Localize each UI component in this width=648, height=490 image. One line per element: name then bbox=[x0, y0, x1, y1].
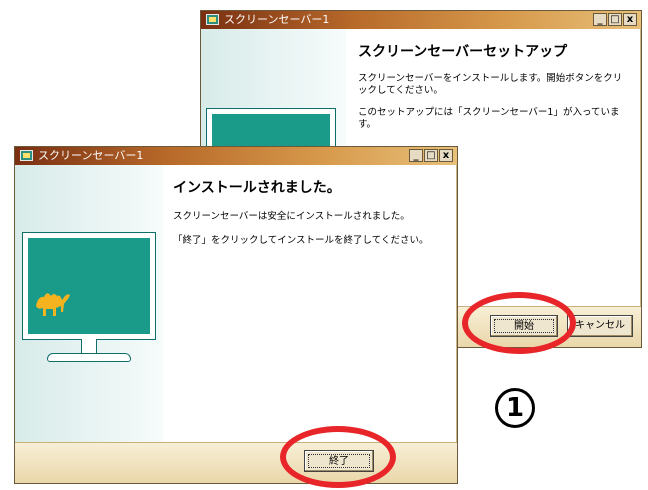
back-line-2: このセットアップには「スクリーンセーバー1」が入っています。 bbox=[358, 107, 620, 130]
camel-icon bbox=[36, 293, 70, 316]
front-heading: インストールされました。 bbox=[173, 180, 341, 196]
front-line-1: スクリーンセーバーは安全にインストールされました。 bbox=[173, 211, 410, 222]
minimize-button[interactable]: _ bbox=[593, 13, 607, 26]
front-window-title: スクリーンセーバー1 bbox=[38, 149, 144, 162]
front-window-controls: _ □ x bbox=[409, 149, 453, 162]
back-line-1: スクリーンセーバーをインストールします。開始ボタンをクリックしてください。 bbox=[358, 73, 623, 96]
step-number-marker: 1 bbox=[495, 388, 535, 428]
front-side-panel bbox=[15, 165, 163, 443]
monitor-stand-neck bbox=[81, 339, 97, 354]
close-button[interactable]: x bbox=[623, 13, 637, 26]
front-finished-window: スクリーンセーバー1 _ □ x インストールされました。 スクリーンセーバーは… bbox=[14, 146, 458, 484]
back-heading: スクリーンセーバーセットアップ bbox=[358, 44, 568, 60]
maximize-button[interactable]: □ bbox=[608, 13, 622, 26]
back-titlebar[interactable]: スクリーンセーバー1 _ □ x bbox=[201, 11, 641, 29]
front-line-2: 「終了」をクリックしてインストールを終了してください。 bbox=[173, 235, 429, 246]
finish-button-highlight bbox=[280, 426, 396, 488]
maximize-button[interactable]: □ bbox=[424, 149, 438, 162]
start-button-highlight bbox=[462, 292, 576, 354]
back-window-title: スクリーンセーバー1 bbox=[224, 13, 330, 26]
monitor-stand-base bbox=[47, 353, 131, 362]
window-app-icon bbox=[20, 150, 33, 161]
back-window-controls: _ □ x bbox=[593, 13, 637, 26]
cancel-button[interactable]: キャンセル bbox=[567, 315, 633, 337]
close-button[interactable]: x bbox=[439, 149, 453, 162]
monitor-illustration bbox=[23, 233, 155, 339]
minimize-button[interactable]: _ bbox=[409, 149, 423, 162]
front-titlebar[interactable]: スクリーンセーバー1 _ □ x bbox=[15, 147, 457, 165]
window-app-icon bbox=[206, 14, 219, 25]
